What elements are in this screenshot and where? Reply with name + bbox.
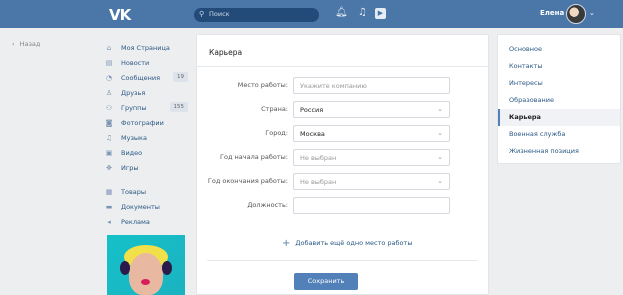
field-label: Должность: (247, 201, 288, 209)
side-item-contacts[interactable]: Контакты (498, 58, 620, 75)
goods-icon: ▦ (105, 187, 113, 196)
add-workplace-link[interactable]: + Добавить ещё одно место работы (282, 238, 412, 249)
divider (207, 260, 478, 261)
groups-count: 155 (169, 102, 188, 112)
messages-icon: ◔ (105, 73, 113, 82)
back-label: Назад (19, 40, 41, 48)
nav-item-music[interactable]: ♫ Музыка (104, 130, 194, 145)
documents-icon: ▬ (105, 202, 113, 211)
side-item-military[interactable]: Военная служба (498, 126, 620, 143)
search-input[interactable]: ⚲ Поиск (194, 8, 319, 22)
nav-item-photos[interactable]: ◙ Фотографии (104, 115, 194, 130)
nav-item-groups[interactable]: ⚇ Группы 155 (104, 100, 194, 115)
side-item-career[interactable]: Карьера (498, 109, 620, 126)
city-select[interactable]: Москва ⌄ (293, 125, 450, 142)
top-bar: VK ⚲ Поиск 🔔︎ ♫ ▶ Елена ⌄ (0, 0, 623, 28)
play-icon[interactable]: ▶ (375, 8, 386, 19)
side-item-main[interactable]: Основное (498, 41, 620, 58)
field-placeholder: Не выбран (300, 178, 337, 186)
nav-item-ads[interactable]: ◂ Реклама (104, 214, 194, 229)
music-icon[interactable]: ♫ (358, 7, 367, 18)
chevron-left-icon: ‹ (12, 40, 15, 48)
field-row-position: Должность: (197, 197, 488, 214)
groups-icon: ⚇ (105, 103, 113, 112)
country-select[interactable]: Россия ⌄ (293, 101, 450, 118)
user-name[interactable]: Елена (540, 9, 564, 17)
field-label: Год начала работы: (220, 153, 288, 161)
chevron-down-icon: ⌄ (437, 153, 443, 161)
games-icon: ✥ (106, 163, 112, 172)
settings-side-menu: Основное Контакты Интересы Образование К… (497, 34, 621, 164)
messages-count: 19 (173, 72, 188, 82)
camera-icon: ◙ (105, 118, 113, 127)
workplace-input[interactable]: Укажите компанию (293, 77, 450, 94)
nav-item-friends[interactable]: ♙ Друзья (104, 85, 194, 100)
nav-item-news[interactable]: ▤ Новости (104, 55, 194, 70)
back-link[interactable]: ‹ Назад (12, 40, 45, 48)
nav-item-games[interactable]: ✥ Игры (104, 160, 194, 175)
promo-face (129, 253, 163, 295)
promo-lips (141, 279, 150, 285)
end-year-select[interactable]: Не выбран ⌄ (293, 173, 450, 190)
nav-item-video[interactable]: ▣ Видео (104, 145, 194, 160)
bell-icon[interactable]: 🔔︎ (335, 7, 348, 18)
video-icon: ▣ (105, 148, 113, 157)
field-placeholder: Укажите компанию (300, 82, 367, 90)
chevron-down-icon: ⌄ (437, 129, 443, 137)
field-label: Место работы: (237, 81, 288, 89)
field-value: Россия (300, 106, 324, 114)
field-placeholder: Не выбран (300, 154, 337, 162)
field-value: Москва (300, 130, 325, 138)
field-label: Год окончания работы: (207, 177, 288, 185)
promo-image[interactable] (107, 235, 185, 295)
field-row-end-year: Год окончания работы: Не выбран ⌄ (197, 173, 488, 190)
position-input[interactable] (293, 197, 450, 214)
chevron-down-icon: ⌄ (437, 177, 443, 185)
nav-separator (104, 175, 194, 184)
field-row-workplace: Место работы: Укажите компанию (197, 77, 488, 94)
field-label: Город: (265, 129, 288, 137)
search-placeholder: Поиск (209, 10, 230, 18)
career-form: Карьера Место работы: Укажите компанию С… (196, 34, 489, 295)
search-icon: ⚲ (199, 10, 205, 18)
nav-item-messages[interactable]: ◔ Сообщения 19 (104, 70, 194, 85)
news-icon: ▤ (105, 58, 113, 67)
page-title: Карьера (209, 48, 243, 57)
avatar[interactable] (566, 4, 586, 24)
ads-icon: ◂ (107, 217, 111, 226)
side-item-education[interactable]: Образование (498, 92, 620, 109)
nav-item-documents[interactable]: ▬ Документы (104, 199, 194, 214)
headphone-left (120, 261, 130, 275)
nav-item-my-page[interactable]: ⌂ Моя Страница (104, 40, 194, 55)
start-year-select[interactable]: Не выбран ⌄ (293, 149, 450, 166)
home-icon: ⌂ (106, 43, 112, 52)
field-label: Страна: (261, 105, 288, 113)
chevron-down-icon[interactable]: ⌄ (589, 9, 595, 17)
divider (197, 66, 488, 67)
add-workplace-label: Добавить ещё одно место работы (295, 239, 413, 247)
field-row-start-year: Год начала работы: Не выбран ⌄ (197, 149, 488, 166)
plus-icon: + (282, 238, 291, 249)
friends-icon: ♙ (105, 88, 113, 97)
field-row-country: Страна: Россия ⌄ (197, 101, 488, 118)
vk-logo[interactable]: VK (109, 6, 131, 24)
music-icon: ♫ (105, 133, 113, 142)
nav-item-goods[interactable]: ▦ Товары (104, 184, 194, 199)
save-button[interactable]: Сохранить (294, 273, 358, 290)
field-row-city: Город: Москва ⌄ (197, 125, 488, 142)
chevron-down-icon: ⌄ (437, 105, 443, 113)
headphone-right (162, 261, 172, 275)
side-item-life-position[interactable]: Жизненная позиция (498, 143, 620, 160)
left-nav: ⌂ Моя Страница ▤ Новости ◔ Сообщения 19 ♙ Дру… (104, 40, 194, 229)
side-item-interests[interactable]: Интересы (498, 75, 620, 92)
